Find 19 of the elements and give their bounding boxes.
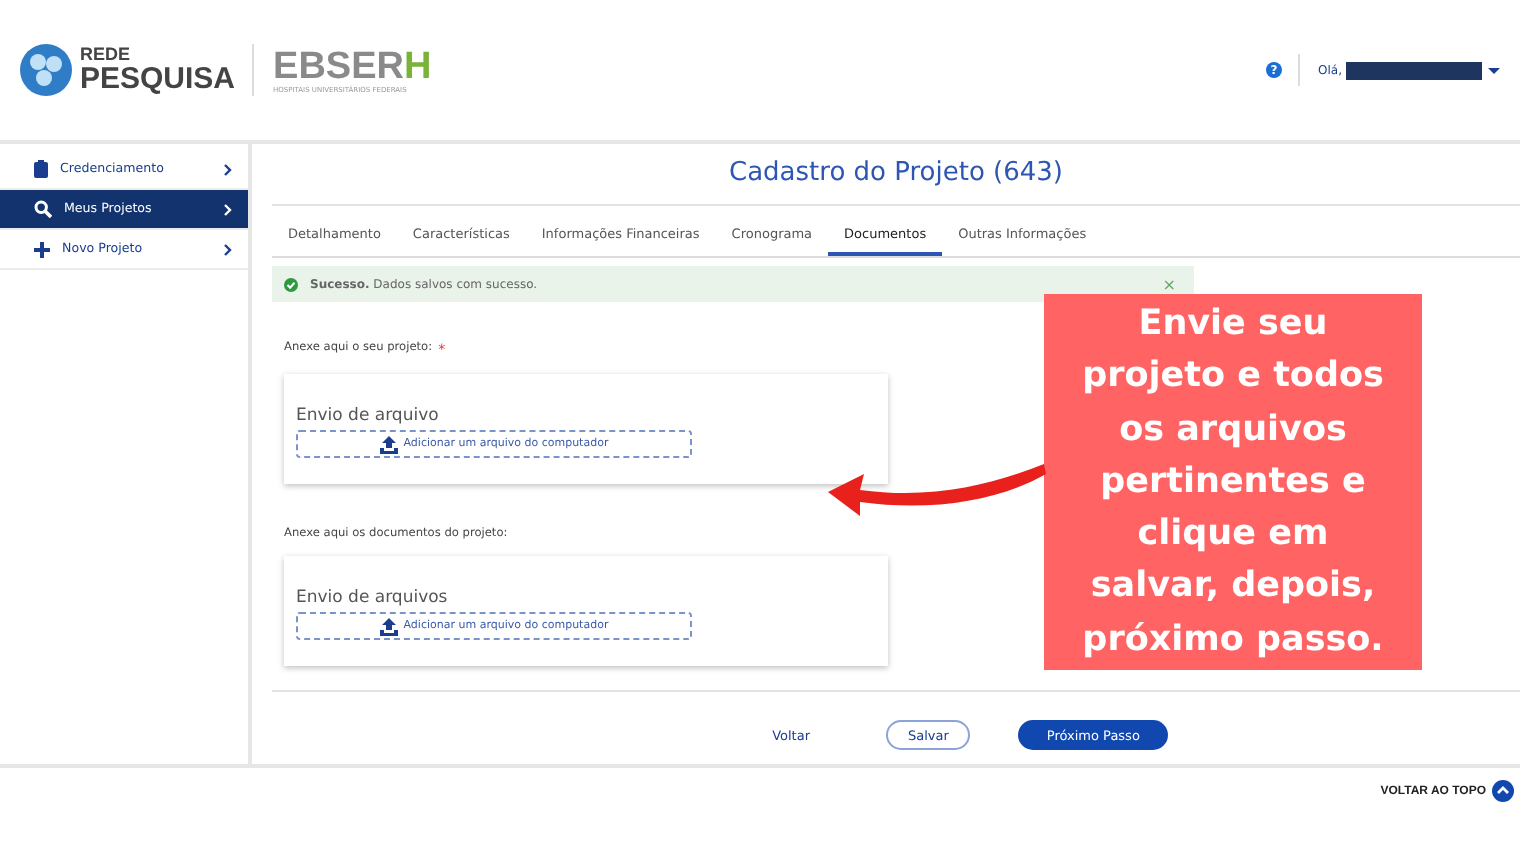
upload-icon <box>379 617 398 635</box>
page-title: Cadastro do Projeto (643) <box>272 144 1520 206</box>
logo-text: PESQUISA <box>80 64 236 94</box>
logo-text: REDE <box>80 46 133 64</box>
caret-icon[interactable] <box>1488 67 1500 79</box>
card-heading: Envio de arquivos <box>296 588 450 608</box>
plus-icon <box>34 241 50 257</box>
redacted-name <box>1346 61 1482 79</box>
chevron-right-icon <box>224 243 232 255</box>
brand-logo: EBSERH <box>273 47 432 85</box>
upload-icon <box>379 435 398 453</box>
chevron-up-icon[interactable] <box>1492 780 1514 802</box>
search-icon <box>34 200 52 218</box>
chevron-right-icon <box>224 163 232 175</box>
check-icon <box>284 277 298 291</box>
card-heading: Envio de arquivo <box>296 406 441 426</box>
chevron-right-icon <box>224 203 232 215</box>
instruction-callout: Envie seu projeto e todos os arquivos pertinentes e clique em salvar, depois, próximo passo. <box>1044 294 1422 670</box>
clipboard-icon <box>34 160 48 178</box>
